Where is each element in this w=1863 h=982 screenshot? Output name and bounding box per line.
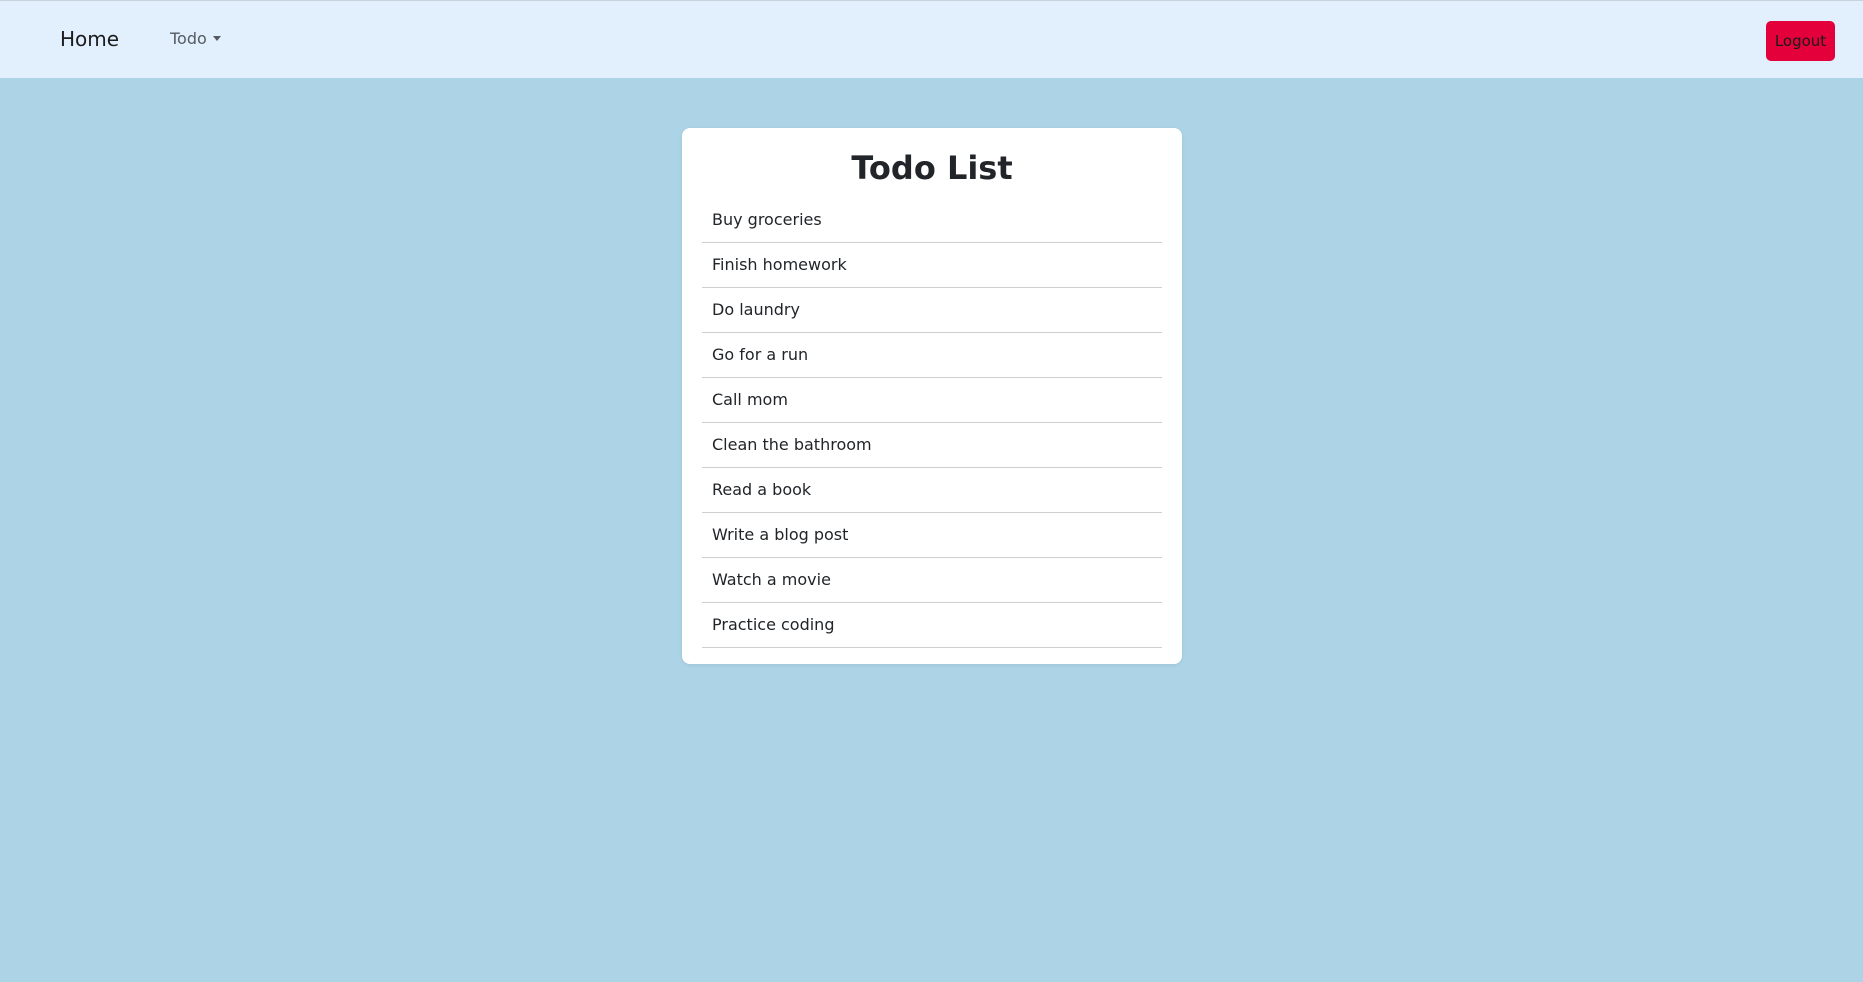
page-title: Todo List <box>851 149 1013 187</box>
navbar: Home Todo Logout <box>0 0 1863 78</box>
todo-item: Finish homework <box>702 243 1162 288</box>
todo-dropdown[interactable]: Todo <box>170 29 221 48</box>
caret-down-icon <box>212 36 221 41</box>
todo-item: Watch a movie <box>702 558 1162 603</box>
logout-button[interactable]: Logout <box>1766 21 1835 61</box>
todo-item: Go for a run <box>702 333 1162 378</box>
todo-item: Practice coding <box>702 603 1162 648</box>
todo-item: Call mom <box>702 378 1162 423</box>
todo-card: Todo List Buy groceries Finish homework … <box>682 128 1182 664</box>
todo-item: Clean the bathroom <box>702 423 1162 468</box>
todo-item: Read a book <box>702 468 1162 513</box>
todo-item: Write a blog post <box>702 513 1162 558</box>
todo-dropdown-label: Todo <box>170 29 207 48</box>
todo-list: Buy groceries Finish homework Do laundry… <box>702 198 1162 648</box>
home-link[interactable]: Home <box>60 27 119 51</box>
todo-item: Do laundry <box>702 288 1162 333</box>
todo-item: Buy groceries <box>702 198 1162 243</box>
